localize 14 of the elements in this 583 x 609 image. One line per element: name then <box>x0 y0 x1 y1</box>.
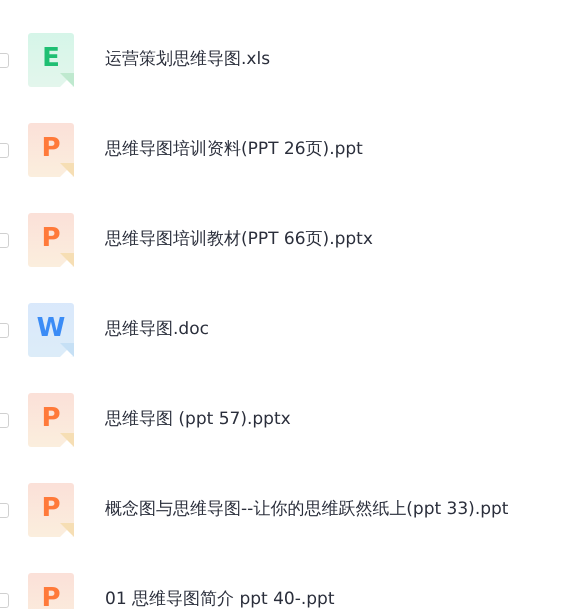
file-type-icon: E <box>28 33 74 87</box>
file-type-icon: P <box>28 573 74 609</box>
file-type-icon: P <box>28 213 74 267</box>
file-type-icon: P <box>28 123 74 177</box>
file-name[interactable]: 思维导图培训教材(PPT 66页).pptx <box>105 227 373 253</box>
file-name[interactable]: 思维导图 (ppt 57).pptx <box>105 407 291 433</box>
file-name[interactable]: 运营策划思维导图.xls <box>105 47 270 73</box>
file-type-icon: P <box>28 483 74 537</box>
file-name[interactable]: 01 思维导图简介 ppt 40-.ppt <box>105 587 335 609</box>
file-type-icon: P <box>28 393 74 447</box>
file-name[interactable]: 思维导图.doc <box>105 317 209 343</box>
file-type-icon: W <box>28 303 74 357</box>
file-name[interactable]: 思维导图培训资料(PPT 26页).ppt <box>105 137 363 163</box>
file-name[interactable]: 概念图与思维导图--让你的思维跃然纸上(ppt 33).ppt <box>105 497 508 523</box>
